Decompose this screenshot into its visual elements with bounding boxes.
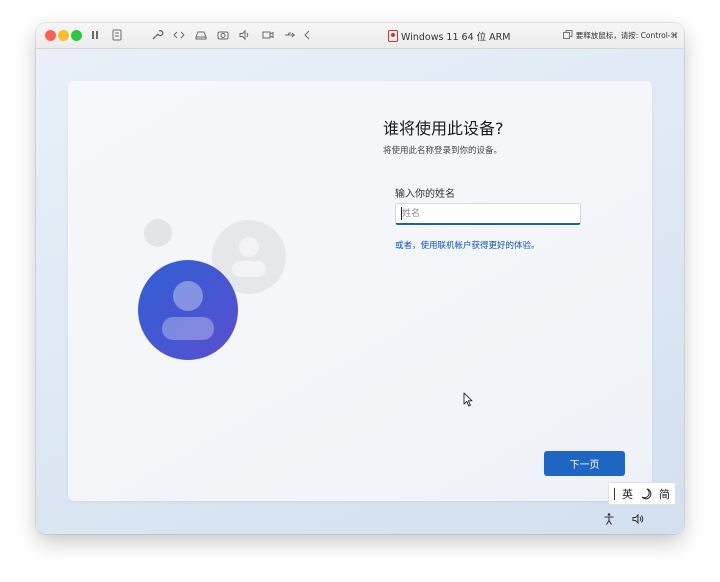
mouse-pointer-icon — [463, 392, 473, 407]
page-subtitle: 将使用此名称登录到你的设备。 — [383, 146, 503, 156]
name-field-label: 输入你的姓名 — [395, 189, 455, 200]
snapshot-icon[interactable] — [110, 28, 124, 42]
text-caret — [401, 207, 402, 220]
drive-icon[interactable] — [194, 28, 208, 42]
minimize-window-button[interactable] — [58, 30, 69, 41]
accessibility-icon[interactable] — [602, 512, 616, 526]
user-avatars-illustration — [138, 219, 286, 360]
usb-icon[interactable] — [283, 28, 297, 42]
display-icon[interactable] — [261, 28, 275, 42]
ime-toolbar: 英 简 — [608, 482, 676, 505]
chevron-left-icon[interactable] — [301, 28, 315, 42]
half-width-moon-icon[interactable] — [640, 488, 652, 500]
window-title-text: Windows 11 64 位 ARM — [401, 32, 511, 43]
oobe-screen: 谁将使用此设备? 将使用此名称登录到你的设备。 输入你的姓名 或者，使用联机帐户… — [68, 81, 652, 501]
speaker-icon[interactable] — [238, 28, 252, 42]
copy-icon[interactable] — [562, 29, 574, 41]
camera-icon[interactable] — [216, 28, 230, 42]
code-icon[interactable] — [172, 28, 186, 42]
online-account-link[interactable]: 或者，使用联机帐户获得更好的体验。 — [395, 239, 540, 251]
ime-language-toggle[interactable]: 英 — [622, 486, 633, 502]
zoom-window-button[interactable] — [71, 30, 82, 41]
volume-icon[interactable] — [631, 512, 645, 526]
vm-window: Windows 11 64 位 ARM 要释放鼠标，请按: Control-⌘ … — [36, 23, 684, 534]
close-window-button[interactable] — [45, 30, 56, 41]
window-title: Windows 11 64 位 ARM — [388, 29, 510, 43]
mouse-release-hint: 要释放鼠标，请按: Control-⌘ — [575, 31, 678, 40]
ime-charset-toggle[interactable]: 简 — [659, 486, 670, 502]
wrench-icon[interactable] — [150, 28, 164, 42]
name-input[interactable] — [395, 203, 581, 225]
page-title: 谁将使用此设备? — [383, 119, 504, 138]
ime-separator — [614, 487, 615, 500]
vm-icon — [388, 30, 398, 42]
pause-icon[interactable] — [88, 28, 102, 42]
title-bar: Windows 11 64 位 ARM 要释放鼠标，请按: Control-⌘ — [36, 23, 684, 49]
next-button[interactable]: 下一页 — [544, 451, 625, 476]
